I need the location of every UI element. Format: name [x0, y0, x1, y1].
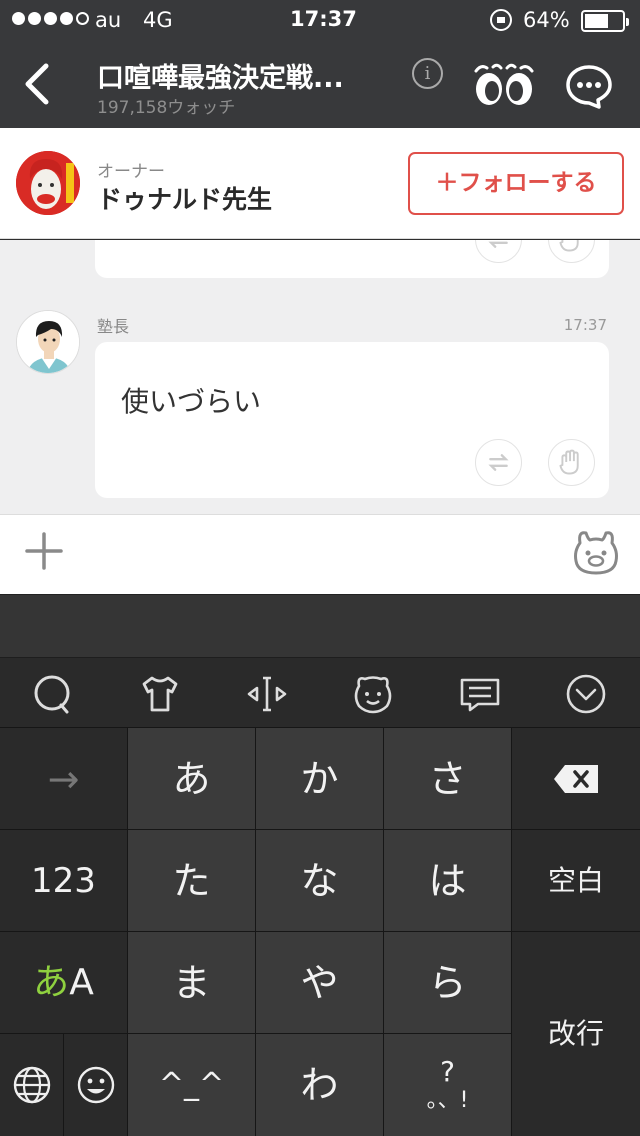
kaomoji-key-label: ^_^	[158, 1067, 225, 1102]
chat-area[interactable]: 塾長 17:37 使いづらい	[0, 240, 640, 514]
rotation-lock-icon	[490, 9, 512, 31]
owner-avatar[interactable]	[16, 151, 80, 215]
key-ma-label: ま	[172, 960, 211, 1005]
user-face-icon	[17, 311, 79, 373]
globe-icon	[13, 1066, 50, 1104]
follow-button[interactable]: ＋フォローする	[408, 152, 624, 215]
mode-hiragana-label: あ	[33, 961, 70, 1003]
key-ra[interactable]: ら	[384, 932, 511, 1033]
stamp-bear-icon[interactable]	[570, 527, 622, 579]
numbers-key[interactable]: 123	[0, 830, 127, 931]
space-key-label: 空白	[547, 863, 604, 897]
key-na[interactable]: な	[256, 830, 383, 931]
face-sticker-icon[interactable]	[351, 672, 395, 716]
cursor-move-icon[interactable]	[245, 672, 289, 716]
key-ta-label: た	[172, 858, 211, 903]
glove-button[interactable]	[548, 439, 595, 486]
repost-icon	[488, 241, 508, 248]
glove-button[interactable]	[548, 240, 595, 263]
previous-message-bubble[interactable]	[95, 240, 609, 278]
key-ha-label: は	[428, 858, 467, 903]
network-type: 4G	[143, 8, 173, 32]
watch-eyes-icon[interactable]	[473, 62, 535, 108]
key-sa[interactable]: さ	[384, 728, 511, 829]
nav-bar: 口喧嘩最強決定戦... 197,158ウォッチ i	[0, 40, 640, 128]
message-bubble[interactable]: 使いづらい	[95, 342, 609, 498]
mode-alpha-label: A	[69, 961, 94, 1003]
repost-button[interactable]	[475, 439, 522, 486]
key-wa[interactable]: わ	[256, 1034, 383, 1136]
key-ka[interactable]: か	[256, 728, 383, 829]
watch-count: 197,158ウォッチ	[97, 98, 236, 118]
key-wa-label: わ	[300, 1063, 339, 1107]
key-a[interactable]: あ	[128, 728, 255, 829]
glove-icon	[559, 449, 579, 475]
message-text: 使いづらい	[121, 385, 262, 418]
key-ya-label: や	[300, 960, 339, 1005]
keyboard-toolbar	[0, 657, 640, 727]
info-icon[interactable]: i	[412, 58, 443, 89]
key-sa-label: さ	[428, 756, 467, 801]
arrow-key-label: →	[47, 756, 80, 801]
battery-percentage: 64%	[523, 8, 570, 32]
clown-face-icon	[16, 151, 80, 215]
backspace-icon	[554, 764, 598, 793]
arrow-key[interactable]: →	[0, 728, 127, 829]
keyboard-collapse-icon[interactable]	[564, 672, 608, 716]
battery-icon	[581, 10, 629, 32]
space-key[interactable]: 空白	[512, 830, 640, 931]
key-na-label: な	[300, 858, 339, 903]
numbers-key-label: 123	[31, 860, 96, 901]
key-a-label: あ	[172, 756, 211, 801]
carrier-label: au	[95, 8, 122, 32]
signal-strength-icon	[12, 12, 89, 25]
enter-key[interactable]: 改行	[512, 932, 640, 1136]
message-input-bar[interactable]	[0, 514, 640, 594]
message-template-icon[interactable]	[458, 672, 502, 716]
punct-question-label: ?	[440, 1055, 455, 1088]
glove-icon	[559, 240, 579, 252]
key-ka-label: か	[300, 756, 339, 801]
punct-marks-label: 。、!	[426, 1088, 469, 1113]
enter-key-label: 改行	[547, 1017, 604, 1050]
plus-icon[interactable]	[25, 532, 63, 570]
battery-fill	[585, 14, 608, 28]
kaomoji-key[interactable]: ^_^	[128, 1034, 255, 1136]
input-mode-key[interactable]: あA	[0, 932, 127, 1033]
owner-bar: オーナー ドゥナルド先生 ＋フォローする	[0, 128, 640, 239]
key-ra-label: ら	[428, 960, 467, 1005]
status-bar: au 4G 17:37 64%	[0, 0, 640, 40]
key-ya[interactable]: や	[256, 932, 383, 1033]
emoji-icon	[77, 1066, 114, 1104]
repost-icon	[488, 454, 509, 471]
owner-role-label: オーナー	[97, 162, 165, 182]
candidate-bar	[0, 594, 640, 657]
owner-name: ドゥナルド先生	[97, 185, 273, 214]
message-sender: 塾長	[97, 317, 130, 336]
key-ta[interactable]: た	[128, 830, 255, 931]
user-avatar[interactable]	[16, 310, 80, 374]
message-time: 17:37	[563, 316, 607, 334]
talk-title: 口喧嘩最強決定戦...	[97, 63, 344, 94]
chat-bubble-icon[interactable]	[565, 63, 613, 111]
key-ma[interactable]: ま	[128, 932, 255, 1033]
back-arrow-icon[interactable]	[20, 62, 56, 106]
punctuation-key[interactable]: ? 。、!	[384, 1034, 511, 1136]
key-ha[interactable]: は	[384, 830, 511, 931]
clock: 17:37	[290, 7, 357, 31]
search-bubble-icon[interactable]	[31, 672, 75, 716]
emoji-key[interactable]	[64, 1034, 127, 1136]
globe-key[interactable]	[0, 1034, 63, 1136]
backspace-key[interactable]	[512, 728, 640, 829]
repost-button[interactable]	[475, 240, 522, 263]
screen: au 4G 17:37 64% 口喧嘩最強決定戦... 197,158ウォッチ …	[0, 0, 640, 1136]
shirt-icon[interactable]	[138, 672, 182, 716]
keyboard-keys: → あ か さ 123 た な は 空白 あA ま や ら 改行 ^_^ わ ?…	[0, 727, 640, 1136]
